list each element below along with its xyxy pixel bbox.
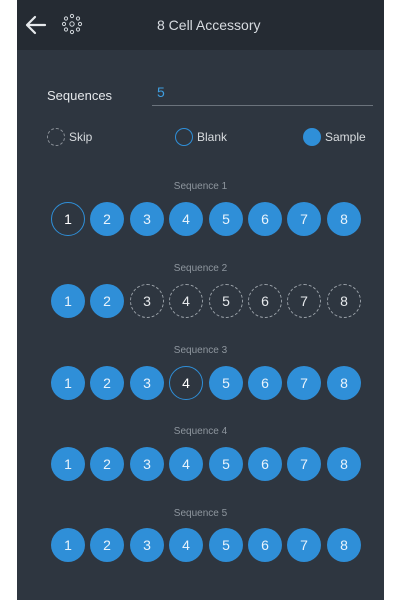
page-title: 8 Cell Accessory bbox=[157, 17, 261, 33]
cell-button-sample[interactable]: 4 bbox=[169, 202, 203, 236]
sequence-cells-row: 12345678 bbox=[51, 528, 371, 562]
cell-button-sample[interactable]: 3 bbox=[130, 202, 164, 236]
cell-button-sample[interactable]: 2 bbox=[90, 528, 124, 562]
cell-button-sample[interactable]: 6 bbox=[248, 528, 282, 562]
cell-button-sample[interactable]: 1 bbox=[51, 284, 85, 318]
cell-button-sample[interactable]: 6 bbox=[248, 447, 282, 481]
sequence-title: Sequence 1 bbox=[173, 181, 228, 192]
sequence-title: Sequence 4 bbox=[173, 426, 228, 437]
legend-sample-label: Sample bbox=[325, 130, 366, 144]
cell-button-sample[interactable]: 8 bbox=[327, 202, 361, 236]
cell-button-blank[interactable]: 1 bbox=[51, 202, 85, 236]
sample-indicator-icon bbox=[303, 128, 321, 146]
cell-button-skip[interactable]: 7 bbox=[287, 284, 321, 318]
cell-button-sample[interactable]: 6 bbox=[248, 366, 282, 400]
sequence-title: Sequence 5 bbox=[173, 508, 228, 519]
cell-button-sample[interactable]: 5 bbox=[209, 366, 243, 400]
legend-skip-label: Skip bbox=[69, 130, 93, 144]
sequences-label: Sequences bbox=[47, 88, 113, 103]
cell-button-skip[interactable]: 4 bbox=[169, 284, 203, 318]
cell-button-sample[interactable]: 8 bbox=[327, 528, 361, 562]
cell-button-sample[interactable]: 1 bbox=[51, 447, 85, 481]
sequence-cells-row: 12345678 bbox=[51, 366, 371, 400]
sequences-row: Sequences 5 bbox=[47, 84, 373, 110]
cell-button-sample[interactable]: 5 bbox=[209, 202, 243, 236]
blank-indicator-icon bbox=[175, 128, 193, 146]
cell-button-sample[interactable]: 4 bbox=[169, 447, 203, 481]
sequence-cells-row: 12345678 bbox=[51, 202, 371, 236]
cell-button-sample[interactable]: 8 bbox=[327, 447, 361, 481]
cell-button-sample[interactable]: 5 bbox=[209, 528, 243, 562]
sequence-cells-row: 12345678 bbox=[51, 447, 371, 481]
cell-button-sample[interactable]: 4 bbox=[169, 528, 203, 562]
cell-button-skip[interactable]: 3 bbox=[130, 284, 164, 318]
carousel-icon bbox=[61, 13, 83, 35]
cell-button-sample[interactable]: 1 bbox=[51, 366, 85, 400]
cell-button-skip[interactable]: 8 bbox=[327, 284, 361, 318]
sequences-input[interactable]: 5 bbox=[152, 84, 373, 106]
cell-button-sample[interactable]: 6 bbox=[248, 202, 282, 236]
cell-button-sample[interactable]: 1 bbox=[51, 528, 85, 562]
cell-button-sample[interactable]: 7 bbox=[287, 202, 321, 236]
cell-button-sample[interactable]: 7 bbox=[287, 528, 321, 562]
app-screen: 8 Cell Accessory Sequences 5 Skip Blank … bbox=[17, 0, 384, 600]
cell-button-sample[interactable]: 3 bbox=[130, 528, 164, 562]
cell-button-sample[interactable]: 3 bbox=[130, 447, 164, 481]
sequence-title: Sequence 2 bbox=[173, 263, 228, 274]
cell-button-sample[interactable]: 5 bbox=[209, 447, 243, 481]
arrow-left-icon[interactable] bbox=[25, 14, 47, 36]
cell-button-sample[interactable]: 3 bbox=[130, 366, 164, 400]
cell-button-skip[interactable]: 6 bbox=[248, 284, 282, 318]
cell-button-sample[interactable]: 2 bbox=[90, 366, 124, 400]
sequence-title: Sequence 3 bbox=[173, 345, 228, 356]
sequence-cells-row: 12345678 bbox=[51, 284, 371, 318]
cell-button-sample[interactable]: 2 bbox=[90, 284, 124, 318]
cell-button-sample[interactable]: 7 bbox=[287, 447, 321, 481]
skip-indicator-icon bbox=[47, 128, 65, 146]
cell-button-sample[interactable]: 8 bbox=[327, 366, 361, 400]
cell-button-sample[interactable]: 2 bbox=[90, 202, 124, 236]
cell-button-blank[interactable]: 4 bbox=[169, 366, 203, 400]
top-bar: 8 Cell Accessory bbox=[17, 0, 384, 50]
cell-button-sample[interactable]: 7 bbox=[287, 366, 321, 400]
legend-blank-label: Blank bbox=[197, 130, 228, 144]
cell-button-sample[interactable]: 2 bbox=[90, 447, 124, 481]
cell-button-skip[interactable]: 5 bbox=[209, 284, 243, 318]
